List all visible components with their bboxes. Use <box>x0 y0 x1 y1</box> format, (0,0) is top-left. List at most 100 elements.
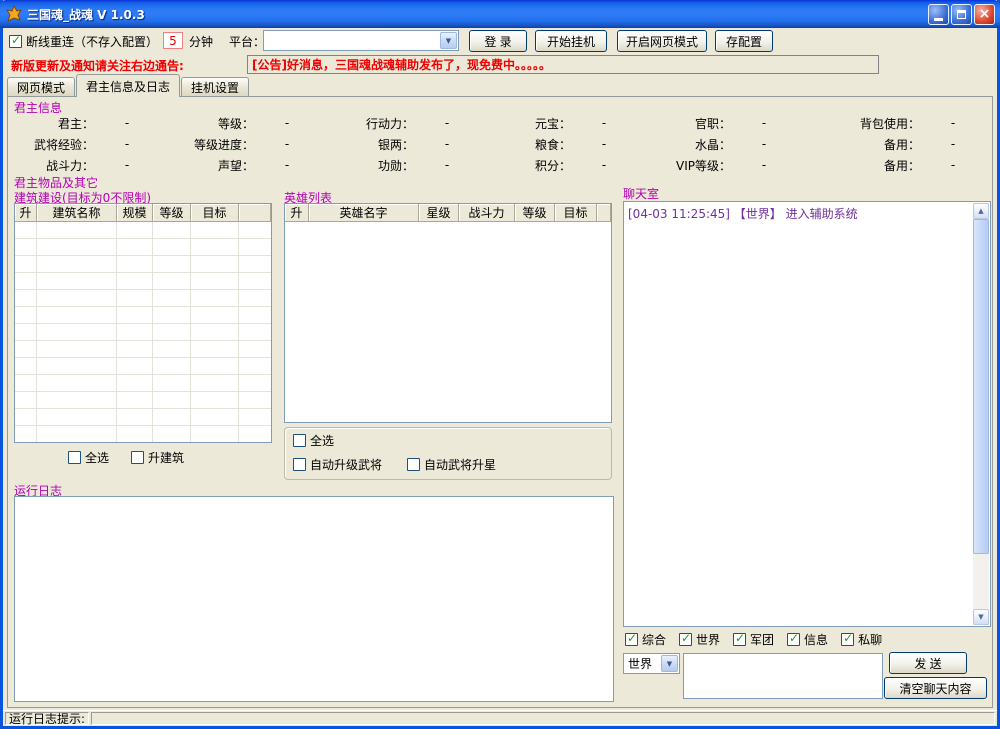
table-row <box>15 392 271 409</box>
building-select-all-checkbox[interactable] <box>68 451 81 464</box>
column-header[interactable]: 目标 <box>555 204 597 222</box>
hero-auto-upgrade[interactable]: 自动升级武将 <box>293 456 382 473</box>
lord-info-field: 声望：- <box>160 155 320 175</box>
field-value: - <box>94 116 160 130</box>
chat-scroll-thumb[interactable] <box>973 219 989 554</box>
column-header[interactable]: 建筑名称 <box>37 204 117 222</box>
tab-web-mode[interactable]: 网页模式 <box>7 77 75 96</box>
window-content: 断线重连（不存入配置） 5 分钟 平台： ▼ 登 录 开始挂机 开启网页模式 存… <box>3 28 997 726</box>
table-cell <box>191 426 239 442</box>
table-cell <box>37 341 117 357</box>
open-web-mode-button[interactable]: 开启网页模式 <box>617 30 707 52</box>
chat-filter-checkbox[interactable] <box>679 633 692 646</box>
field-label: 武将经验： <box>10 136 94 153</box>
chat-filter[interactable]: 军团 <box>733 631 774 648</box>
chat-filter[interactable]: 综合 <box>625 631 666 648</box>
field-value: - <box>94 137 160 151</box>
chat-filter-checkbox[interactable] <box>733 633 746 646</box>
table-cell <box>37 409 117 425</box>
maximize-button[interactable] <box>951 4 972 25</box>
building-upgrade-checkbox[interactable] <box>131 451 144 464</box>
column-header[interactable]: 等级 <box>153 204 191 222</box>
tab-lord-info-log[interactable]: 君主信息及日志 <box>76 74 180 96</box>
field-value: - <box>920 158 986 172</box>
chat-filter[interactable]: 信息 <box>787 631 828 648</box>
clear-chat-button[interactable]: 清空聊天内容 <box>884 677 987 699</box>
column-header[interactable]: 星级 <box>419 204 459 222</box>
field-label: 水晶： <box>637 136 731 153</box>
table-cell <box>191 358 239 374</box>
scroll-up-icon[interactable]: ▲ <box>973 203 989 219</box>
table-cell <box>15 324 37 340</box>
send-button[interactable]: 发 送 <box>889 652 967 674</box>
table-cell <box>191 409 239 425</box>
hero-table[interactable]: 升英雄名字星级战斗力等级目标 <box>284 203 612 423</box>
close-icon: × <box>979 7 991 21</box>
table-cell <box>239 290 271 306</box>
column-header[interactable]: 等级 <box>515 204 555 222</box>
hero-auto-upgrade-checkbox[interactable] <box>293 458 306 471</box>
table-cell <box>15 273 37 289</box>
building-section: 建筑建设(目标为0不限制) 升建筑名称规模等级目标 全选 升建筑 <box>12 189 276 481</box>
run-log-section: 运行日志 <box>12 482 616 706</box>
table-row <box>15 239 271 256</box>
save-config-button[interactable]: 存配置 <box>715 30 773 52</box>
table-cell <box>117 307 153 323</box>
table-row <box>15 426 271 442</box>
field-label: 银两： <box>320 136 414 153</box>
chevron-down-icon[interactable]: ▼ <box>661 655 678 672</box>
table-cell <box>117 426 153 442</box>
column-header[interactable]: 英雄名字 <box>309 204 419 222</box>
minimize-button[interactable] <box>928 4 949 25</box>
start-hang-button[interactable]: 开始挂机 <box>535 30 607 52</box>
column-header[interactable]: 战斗力 <box>459 204 515 222</box>
table-body[interactable] <box>15 222 271 442</box>
table-cell <box>117 273 153 289</box>
field-value: - <box>94 158 160 172</box>
table-cell <box>117 341 153 357</box>
table-cell <box>37 375 117 391</box>
hero-section: 英雄列表 升英雄名字星级战斗力等级目标 全选 自动升级武将 自动武将升星 <box>282 189 614 481</box>
table-cell <box>37 392 117 408</box>
hero-auto-star[interactable]: 自动武将升星 <box>407 456 496 473</box>
building-select-all[interactable]: 全选 <box>68 449 109 466</box>
lord-info-field: 元宝：- <box>480 113 637 133</box>
chat-input[interactable] <box>683 653 883 699</box>
table-cell <box>191 222 239 238</box>
scroll-down-icon[interactable]: ▼ <box>973 609 989 625</box>
chat-filter[interactable]: 世界 <box>679 631 720 648</box>
chat-filter-checkbox[interactable] <box>625 633 638 646</box>
field-label: 积分： <box>480 157 571 174</box>
chat-room[interactable]: [04-03 11:25:45] 【世界】 进入辅助系统 ▲ ▼ <box>623 201 991 627</box>
column-header[interactable]: 目标 <box>191 204 239 222</box>
chat-title: 聊天室 <box>623 185 659 202</box>
chat-filter-checkbox[interactable] <box>841 633 854 646</box>
hero-select-all-checkbox[interactable] <box>293 434 306 447</box>
chat-scrollbar[interactable]: ▲ ▼ <box>973 203 989 625</box>
table-cell <box>153 426 191 442</box>
login-button[interactable]: 登 录 <box>469 30 527 52</box>
reconnect-minutes-input[interactable]: 5 <box>163 32 183 49</box>
chat-channel-select[interactable]: 世界 ▼ <box>623 653 680 674</box>
column-header[interactable]: 升 <box>285 204 309 222</box>
chat-scroll-track[interactable] <box>973 219 989 609</box>
table-body[interactable] <box>285 222 611 422</box>
chat-section: 聊天室 [04-03 11:25:45] 【世界】 进入辅助系统 ▲ ▼ 综合世… <box>621 185 993 705</box>
field-value: - <box>254 116 320 130</box>
hero-auto-star-checkbox[interactable] <box>407 458 420 471</box>
platform-select[interactable]: ▼ <box>263 30 459 51</box>
hero-select-all[interactable]: 全选 <box>293 432 334 449</box>
close-button[interactable]: × <box>974 4 995 25</box>
column-header[interactable]: 规模 <box>117 204 153 222</box>
run-log-box[interactable] <box>14 496 614 702</box>
chevron-down-icon[interactable]: ▼ <box>440 32 457 49</box>
lord-info-section: 君主信息 君主：-等级：-行动力：-元宝：-官职：-背包使用：-武将经验：-等级… <box>10 99 990 175</box>
column-header[interactable]: 升 <box>15 204 37 222</box>
reconnect-option[interactable]: 断线重连（不存入配置） <box>9 30 158 52</box>
reconnect-checkbox[interactable] <box>9 35 22 48</box>
tab-hang-settings[interactable]: 挂机设置 <box>181 77 249 96</box>
chat-filter[interactable]: 私聊 <box>841 631 882 648</box>
building-table[interactable]: 升建筑名称规模等级目标 <box>14 203 272 443</box>
building-upgrade[interactable]: 升建筑 <box>131 449 184 466</box>
chat-filter-checkbox[interactable] <box>787 633 800 646</box>
